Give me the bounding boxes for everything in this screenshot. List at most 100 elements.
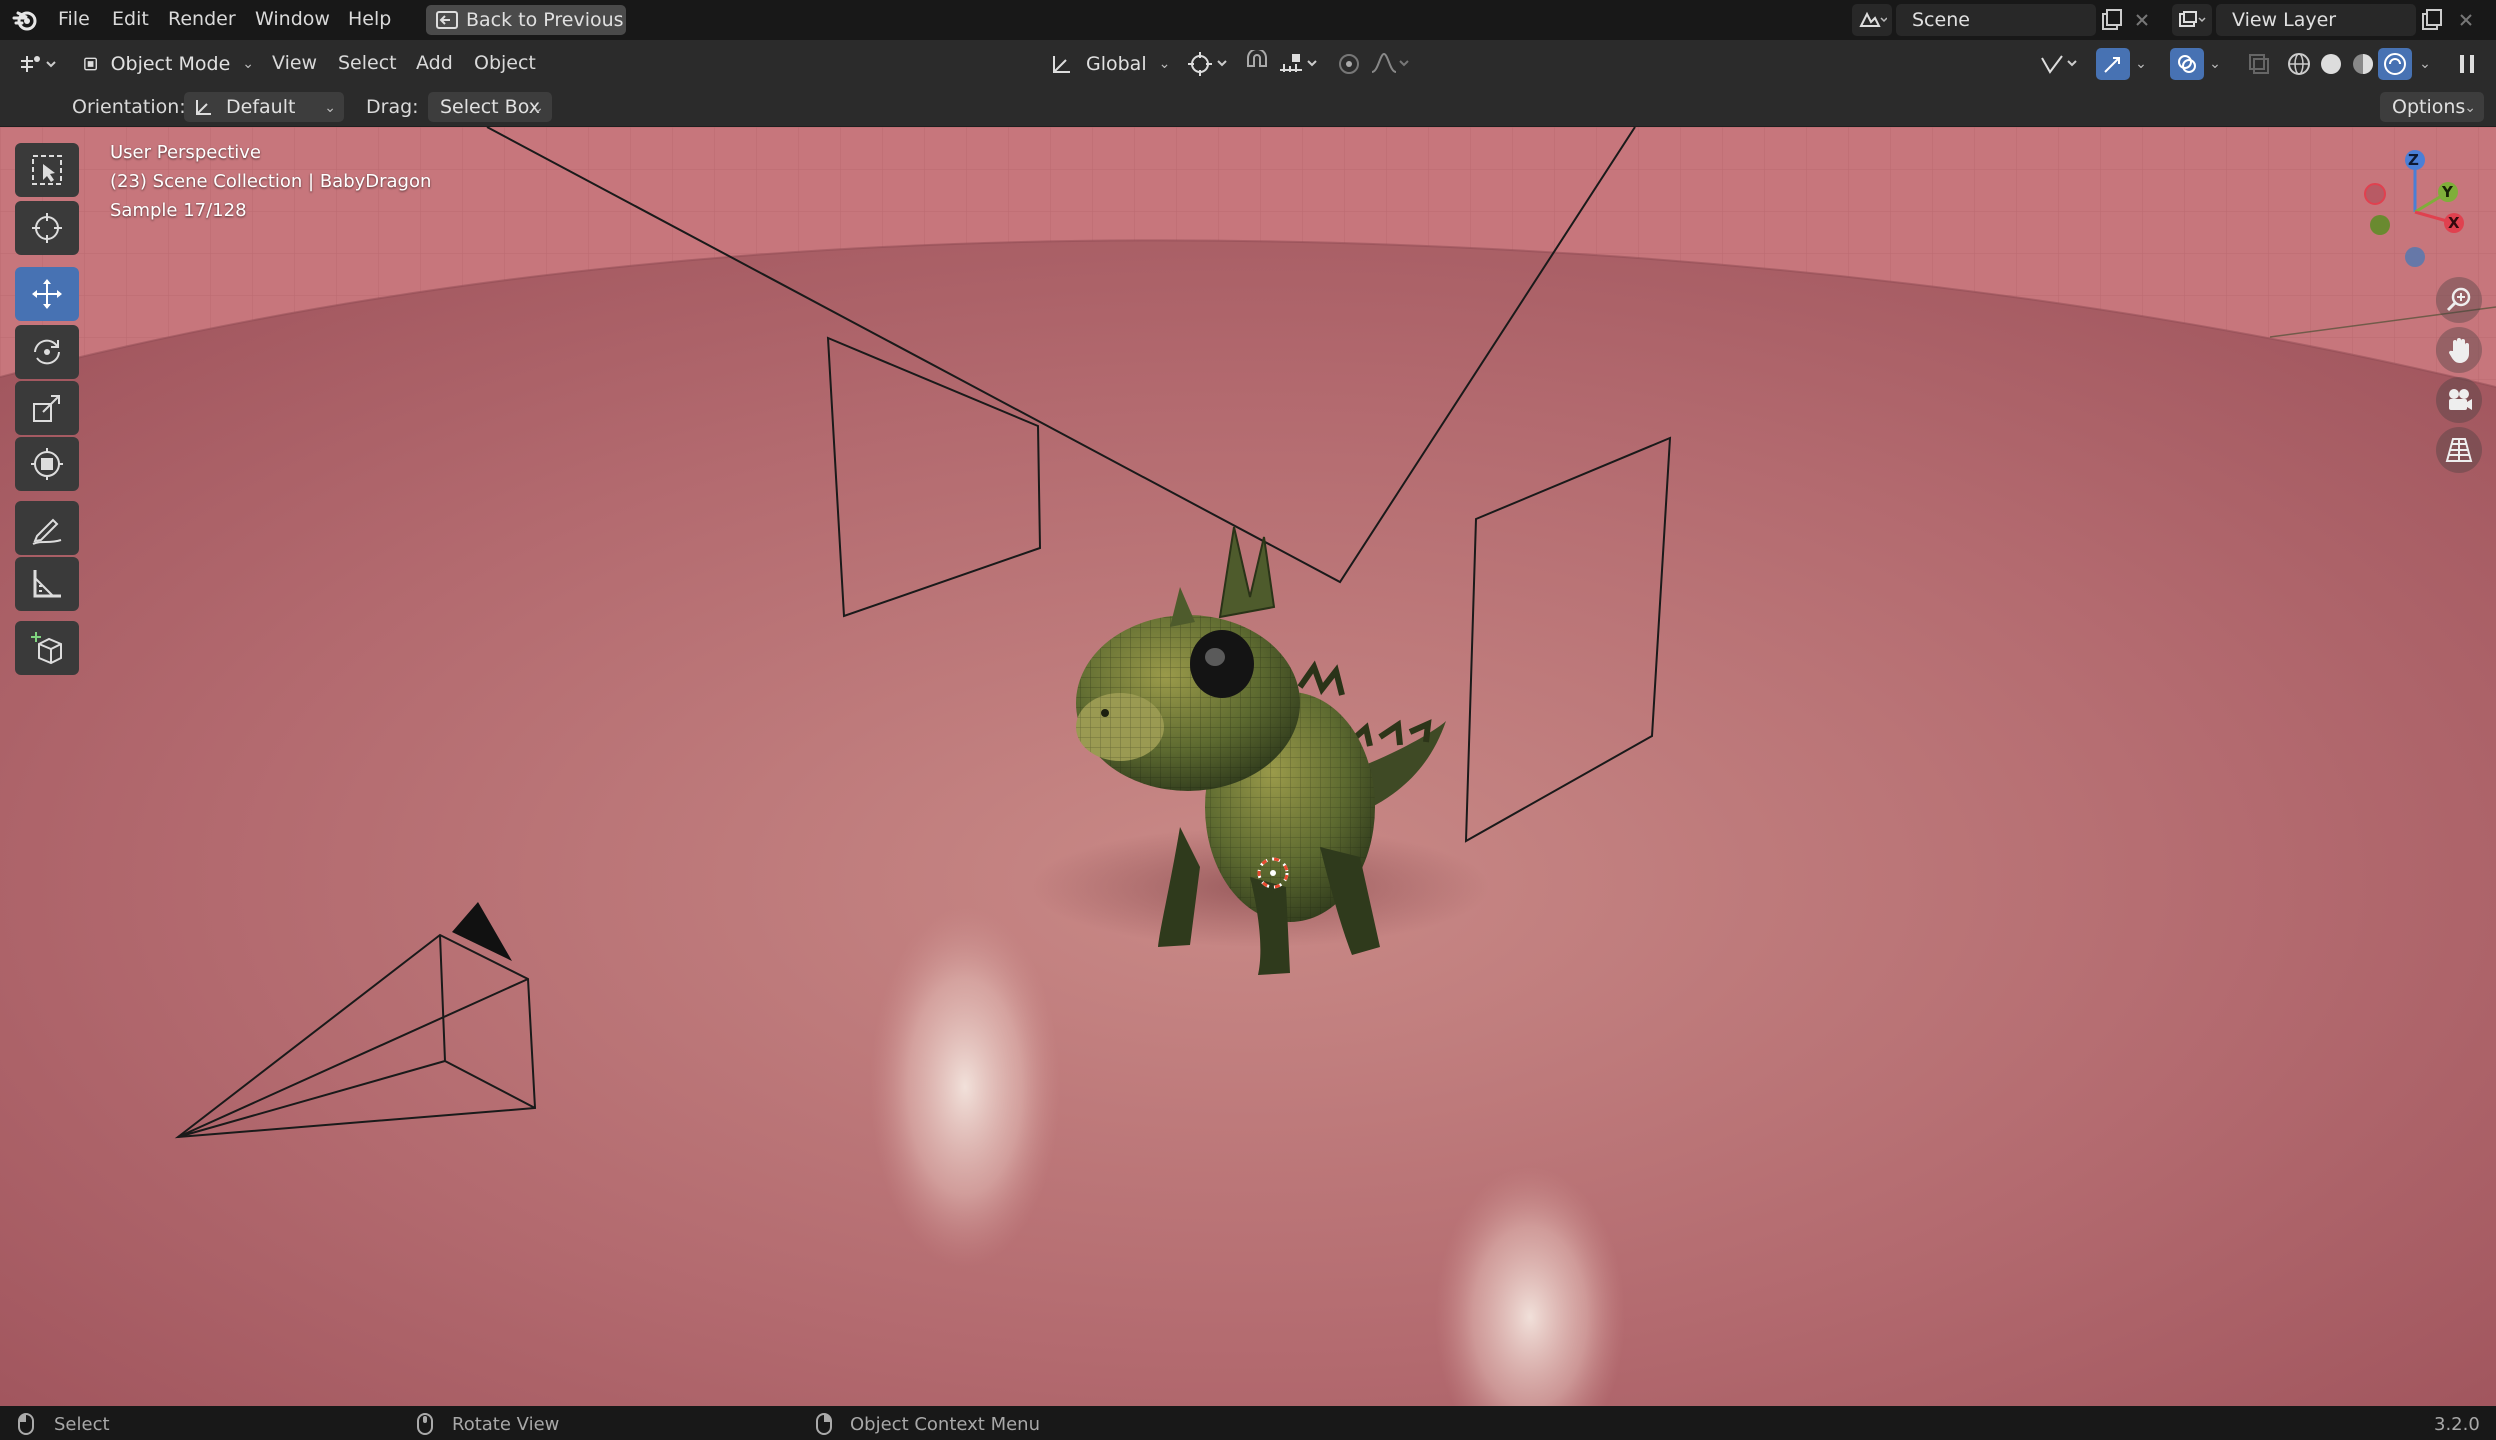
add-cube-tool[interactable] — [15, 621, 79, 675]
annotate-tool[interactable] — [15, 501, 79, 555]
orientation-axes-icon — [1053, 56, 1070, 73]
menu-view[interactable]: View — [272, 54, 317, 73]
hand-pan-icon — [2448, 338, 2469, 363]
solid-shading-icon[interactable] — [2316, 50, 2346, 78]
measure-ruler-icon — [33, 570, 61, 598]
shading-dropdown-icon[interactable]: ⌄ — [2416, 54, 2434, 74]
drag-mode-dropdown[interactable]: Select Box ⌄ — [428, 92, 552, 122]
top-bar: File Edit Render Window Help Back to Pre… — [0, 0, 2496, 40]
annotate-pencil-icon — [32, 518, 62, 545]
move-tool[interactable] — [15, 267, 79, 321]
menu-help[interactable]: Help — [348, 10, 391, 29]
gizmo-arrow-icon — [2104, 57, 2120, 73]
material-preview-shading-icon[interactable] — [2348, 50, 2378, 78]
gizmo-neg-x-axis[interactable] — [2364, 183, 2386, 205]
snap-magnet-icon[interactable] — [1242, 50, 1272, 78]
menu-select[interactable]: Select — [338, 54, 397, 73]
mouse-left-icon — [16, 1412, 36, 1436]
menu-object[interactable]: Object — [474, 54, 536, 73]
move-arrows-icon — [32, 279, 62, 309]
perspective-toggle-button[interactable] — [2436, 427, 2482, 473]
rotate-icon — [34, 339, 60, 365]
light-reflection — [870, 907, 1060, 1267]
chevron-down-icon: ⌄ — [1158, 56, 1171, 72]
cursor-icon — [32, 213, 62, 243]
menu-window[interactable]: Window — [255, 10, 330, 29]
orientation-gizmo-icon — [196, 100, 211, 115]
wireframe-shading-icon[interactable] — [2284, 50, 2314, 78]
grid-perspective-icon — [2445, 438, 2473, 462]
pause-render-icon[interactable] — [2452, 50, 2482, 78]
status-bar: Select Rotate View Object Context Menu 3… — [0, 1406, 2496, 1440]
rendered-shading-button[interactable] — [2378, 48, 2412, 80]
snap-increment-icon[interactable] — [1276, 50, 1322, 78]
version-text: 3.2.0 — [2434, 1414, 2480, 1435]
camera-icon — [2449, 389, 2472, 410]
blender-logo-icon[interactable] — [12, 8, 38, 32]
mouse-right-icon — [814, 1412, 834, 1436]
status-select-text: Select — [54, 1414, 110, 1435]
overlays-toggle-button[interactable] — [2170, 48, 2204, 80]
rotate-tool[interactable] — [15, 325, 79, 379]
measure-tool[interactable] — [15, 557, 79, 611]
select-box-icon — [32, 155, 62, 185]
object-mode-dropdown[interactable]: Object Mode ⌄ — [74, 47, 254, 81]
3d-viewport[interactable]: User Perspective (23) Scene Collection |… — [0, 127, 2496, 1406]
status-context-menu-text: Object Context Menu — [850, 1414, 1041, 1435]
options-label: Options — [2392, 96, 2466, 118]
gizmo-neg-z-axis[interactable] — [2405, 247, 2425, 267]
scene-name-text: Scene — [1912, 9, 1970, 31]
delete-view-layer-icon[interactable] — [2456, 10, 2476, 30]
menu-add[interactable]: Add — [416, 54, 453, 73]
back-to-previous-button[interactable]: Back to Previous — [426, 5, 626, 35]
editor-type-button[interactable] — [12, 47, 64, 81]
chevron-down-icon: ⌄ — [532, 100, 544, 116]
delete-scene-icon[interactable] — [2132, 10, 2152, 30]
view-layer-name-field[interactable]: View Layer — [2216, 4, 2416, 36]
menu-file[interactable]: File — [58, 10, 90, 29]
back-to-previous-label: Back to Previous — [466, 9, 624, 31]
pan-button[interactable] — [2436, 327, 2482, 373]
zoom-button[interactable] — [2436, 277, 2482, 323]
selectability-visibility-icon[interactable] — [2036, 50, 2086, 78]
drag-mode-value: Select Box — [440, 96, 540, 118]
transform-orientation-label: Global — [1086, 53, 1147, 75]
drag-label: Drag: — [366, 96, 419, 118]
transform-orientation-dropdown[interactable]: Global ⌄ — [1044, 47, 1174, 81]
chevron-down-icon: ⌄ — [242, 56, 254, 72]
gizmo-toggle-button[interactable] — [2096, 48, 2130, 80]
select-box-tool[interactable] — [15, 143, 79, 197]
navigation-gizmo[interactable]: Z Y X — [2350, 147, 2480, 277]
rendered-shading-icon — [2384, 53, 2406, 75]
overlays-icon — [2178, 55, 2196, 73]
scale-tool[interactable] — [15, 381, 79, 435]
camera-view-button[interactable] — [2436, 377, 2482, 423]
object-mode-icon — [84, 57, 98, 71]
proportional-editing-icon[interactable] — [1334, 50, 1364, 78]
collection-info-text: (23) Scene Collection | BabyDragon — [110, 171, 432, 192]
overlays-dropdown-icon[interactable]: ⌄ — [2206, 54, 2224, 74]
options-dropdown[interactable]: Options ⌄ — [2380, 92, 2484, 122]
falloff-curve-icon[interactable] — [1368, 50, 1414, 78]
scene-type-button[interactable] — [1852, 4, 1892, 36]
chevron-down-icon: ⌄ — [324, 100, 336, 116]
menu-edit[interactable]: Edit — [112, 10, 149, 29]
transform-tool[interactable] — [15, 437, 79, 491]
sample-info-text: Sample 17/128 — [110, 200, 247, 221]
menu-render[interactable]: Render — [168, 10, 236, 29]
new-view-layer-icon[interactable] — [2420, 8, 2444, 32]
mouse-middle-icon — [415, 1412, 435, 1436]
pivot-point-icon[interactable] — [1186, 50, 1232, 78]
scene-name-field[interactable]: Scene — [1896, 4, 2096, 36]
cursor-tool[interactable] — [15, 201, 79, 255]
orientation-label: Orientation: — [72, 96, 186, 118]
xray-toggle-icon[interactable] — [2244, 50, 2274, 78]
view-layer-type-button[interactable] — [2172, 4, 2212, 36]
gizmo-neg-y-axis[interactable] — [2370, 215, 2390, 235]
orientation-dropdown[interactable]: Default ⌄ — [184, 92, 344, 122]
new-scene-icon[interactable] — [2100, 8, 2124, 32]
add-cube-icon — [31, 632, 62, 665]
gizmo-z-label: Z — [2408, 151, 2419, 169]
scene-render[interactable] — [0, 127, 2496, 1406]
gizmo-dropdown-icon[interactable]: ⌄ — [2132, 54, 2150, 74]
